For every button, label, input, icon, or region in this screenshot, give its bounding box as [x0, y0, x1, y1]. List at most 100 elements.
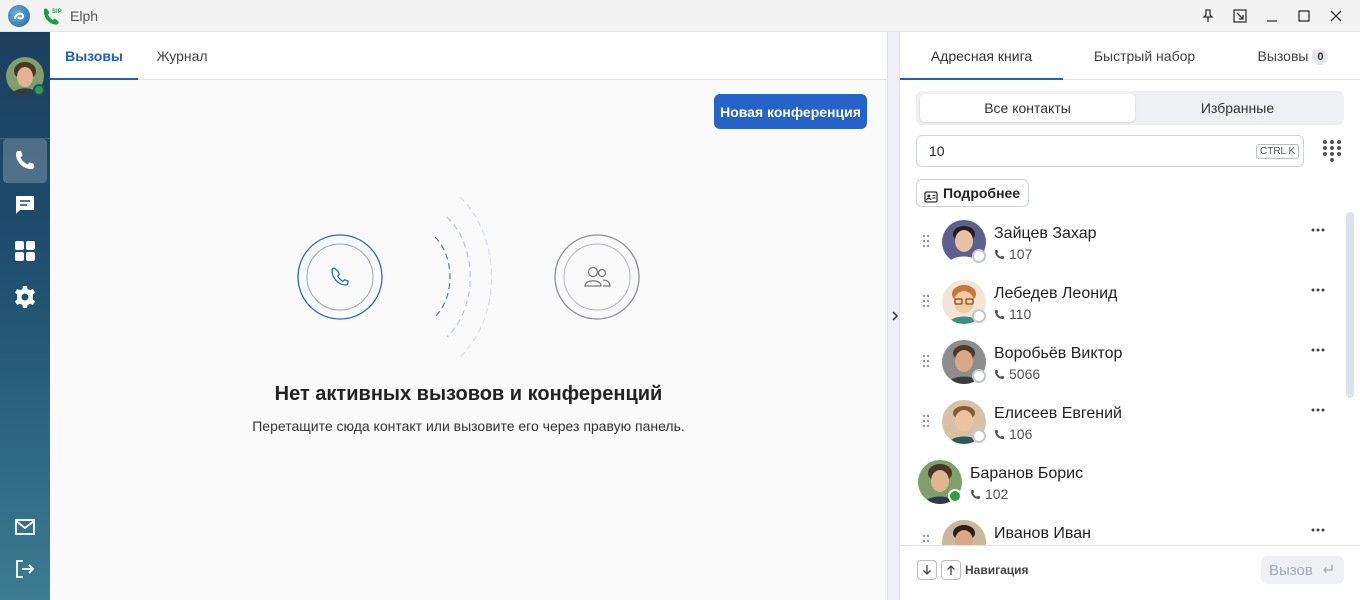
- details-button-label: Подробнее: [943, 185, 1021, 201]
- more-options-icon[interactable]: [1310, 520, 1326, 532]
- sip-phone-icon: SIP: [40, 5, 62, 27]
- phone-small-icon: [994, 307, 1005, 319]
- contact-extension-value: 102: [985, 486, 1009, 502]
- new-conference-button[interactable]: Новая конференция: [714, 94, 867, 129]
- call-button-label: Вызов: [1269, 561, 1313, 579]
- tab-right-calls-label: Вызовы: [1257, 48, 1309, 64]
- presence-status: [972, 249, 986, 263]
- details-button[interactable]: Подробнее: [916, 179, 1030, 207]
- phone-small-icon: [994, 367, 1005, 379]
- right-tabs: Адресная книга Быстрый набор Вызовы 0: [900, 32, 1360, 80]
- contact-extension-value: 106: [1009, 426, 1033, 442]
- title-bar: SIP Elph: [0, 0, 1360, 32]
- filter-favorites[interactable]: Избранные: [1135, 94, 1340, 122]
- more-options-icon[interactable]: [1310, 400, 1326, 412]
- contact-extension: 110: [994, 306, 1031, 322]
- more-options-icon[interactable]: [1310, 340, 1326, 352]
- contact-row[interactable]: Лебедев Леонид 110: [900, 272, 1340, 332]
- contact-extension-value: 110: [1009, 306, 1032, 322]
- contact-row[interactable]: Иванов Иван: [900, 512, 1340, 545]
- phone-small-icon: [994, 427, 1005, 439]
- drag-handle-icon[interactable]: [922, 294, 930, 308]
- enter-key-icon: [1322, 562, 1334, 579]
- contact-name: Иванов Иван: [994, 525, 1091, 542]
- phone-small-icon: [970, 487, 981, 499]
- calls-area: Вызовы Журнал Новая конференция Нет акти…: [50, 32, 887, 600]
- contact-extension: 106: [994, 426, 1032, 442]
- presence-status: [972, 369, 986, 383]
- more-options-icon[interactable]: [1310, 220, 1326, 232]
- arrow-up-icon: [941, 560, 961, 580]
- contacts-filter: Все контакты Избранные: [916, 91, 1344, 125]
- contact-name: Воробьёв Виктор: [994, 345, 1123, 362]
- contact-row[interactable]: Елисеев Евгений 106: [900, 392, 1340, 452]
- apps-icon: [13, 239, 37, 266]
- phone-small-icon: [994, 247, 1005, 259]
- tab-right-calls[interactable]: Вызовы 0: [1226, 32, 1360, 80]
- contact-name: Елисеев Евгений: [994, 405, 1122, 422]
- svg-text:SIP: SIP: [52, 9, 62, 15]
- contact-extension-value: 5066: [1009, 366, 1041, 382]
- contact-row[interactable]: Зайцев Захар 107: [900, 212, 1340, 272]
- filter-all-contacts[interactable]: Все контакты: [920, 94, 1135, 122]
- calls-count-badge: 0: [1312, 49, 1329, 65]
- contact-avatar: [942, 520, 986, 545]
- contact-extension-value: 107: [1009, 246, 1033, 262]
- sidebar-logout[interactable]: [3, 548, 47, 592]
- contact-list-scrollbar[interactable]: [1346, 212, 1354, 398]
- navigation-hint: Навигация: [965, 563, 1029, 577]
- left-sidebar: [0, 32, 50, 600]
- search-shortcut-hint: CTRL K: [1256, 144, 1300, 159]
- drag-handle-icon[interactable]: [922, 414, 930, 428]
- presence-status: [972, 429, 986, 443]
- sidebar-chat[interactable]: [3, 184, 47, 228]
- more-options-icon[interactable]: [1310, 280, 1326, 292]
- sidebar-apps[interactable]: [3, 230, 47, 274]
- contact-extension: 102: [970, 486, 1008, 502]
- chat-icon: [13, 193, 37, 220]
- drag-handle-icon[interactable]: [922, 534, 930, 545]
- mail-icon: [14, 516, 36, 541]
- chevron-right-icon[interactable]: [889, 308, 900, 324]
- contact-list: Зайцев Захар 107 Лебедев Леонид 110 Воро…: [900, 212, 1360, 545]
- maximize-icon[interactable]: [1288, 0, 1320, 32]
- contact-search-input[interactable]: [916, 135, 1304, 167]
- sidebar-mail[interactable]: [3, 506, 47, 550]
- empty-state-title: Нет активных вызовов и конференций: [274, 383, 663, 405]
- empty-state-subtitle: Перетащите сюда контакт или вызовите его…: [252, 418, 685, 434]
- picture-in-picture-icon[interactable]: [1224, 0, 1256, 32]
- center-tabs: Вызовы Журнал: [50, 32, 887, 80]
- presence-status-online: [948, 489, 962, 503]
- minimize-icon[interactable]: [1256, 0, 1288, 32]
- right-panel: Адресная книга Быстрый набор Вызовы 0 Все…: [900, 32, 1360, 600]
- presence-status: [972, 309, 986, 323]
- contact-extension: 107: [994, 246, 1032, 262]
- tab-address-book[interactable]: Адресная книга: [900, 32, 1063, 80]
- contact-row[interactable]: Воробьёв Виктор 5066: [900, 332, 1340, 392]
- phone-icon: [13, 148, 37, 175]
- contact-row[interactable]: Баранов Борис 102: [900, 452, 1340, 512]
- tab-speed-dial[interactable]: Быстрый набор: [1063, 32, 1226, 80]
- call-button[interactable]: Вызов: [1261, 556, 1344, 584]
- panel-divider[interactable]: [887, 32, 900, 600]
- contact-name: Лебедев Леонид: [994, 285, 1118, 302]
- contact-name: Зайцев Захар: [994, 225, 1097, 242]
- tab-calls[interactable]: Вызовы: [50, 32, 138, 80]
- app-logo-icon: [8, 4, 30, 27]
- dialpad-icon[interactable]: [1320, 138, 1344, 164]
- contact-extension: 5066: [994, 366, 1040, 382]
- sidebar-calls[interactable]: [3, 139, 47, 183]
- drag-handle-icon[interactable]: [922, 234, 930, 248]
- online-status-badge: [33, 84, 45, 96]
- contact-name: Баранов Борис: [970, 465, 1084, 482]
- logout-icon: [14, 558, 36, 583]
- sidebar-settings[interactable]: [3, 276, 47, 320]
- window-title: Elph: [70, 7, 99, 24]
- tab-journal[interactable]: Журнал: [138, 32, 226, 80]
- contact-card-icon: [924, 186, 938, 212]
- drag-handle-icon[interactable]: [922, 354, 930, 368]
- pin-icon[interactable]: [1192, 0, 1224, 32]
- arrow-down-icon: [917, 560, 937, 580]
- close-icon[interactable]: [1320, 0, 1352, 32]
- user-avatar[interactable]: [6, 57, 45, 96]
